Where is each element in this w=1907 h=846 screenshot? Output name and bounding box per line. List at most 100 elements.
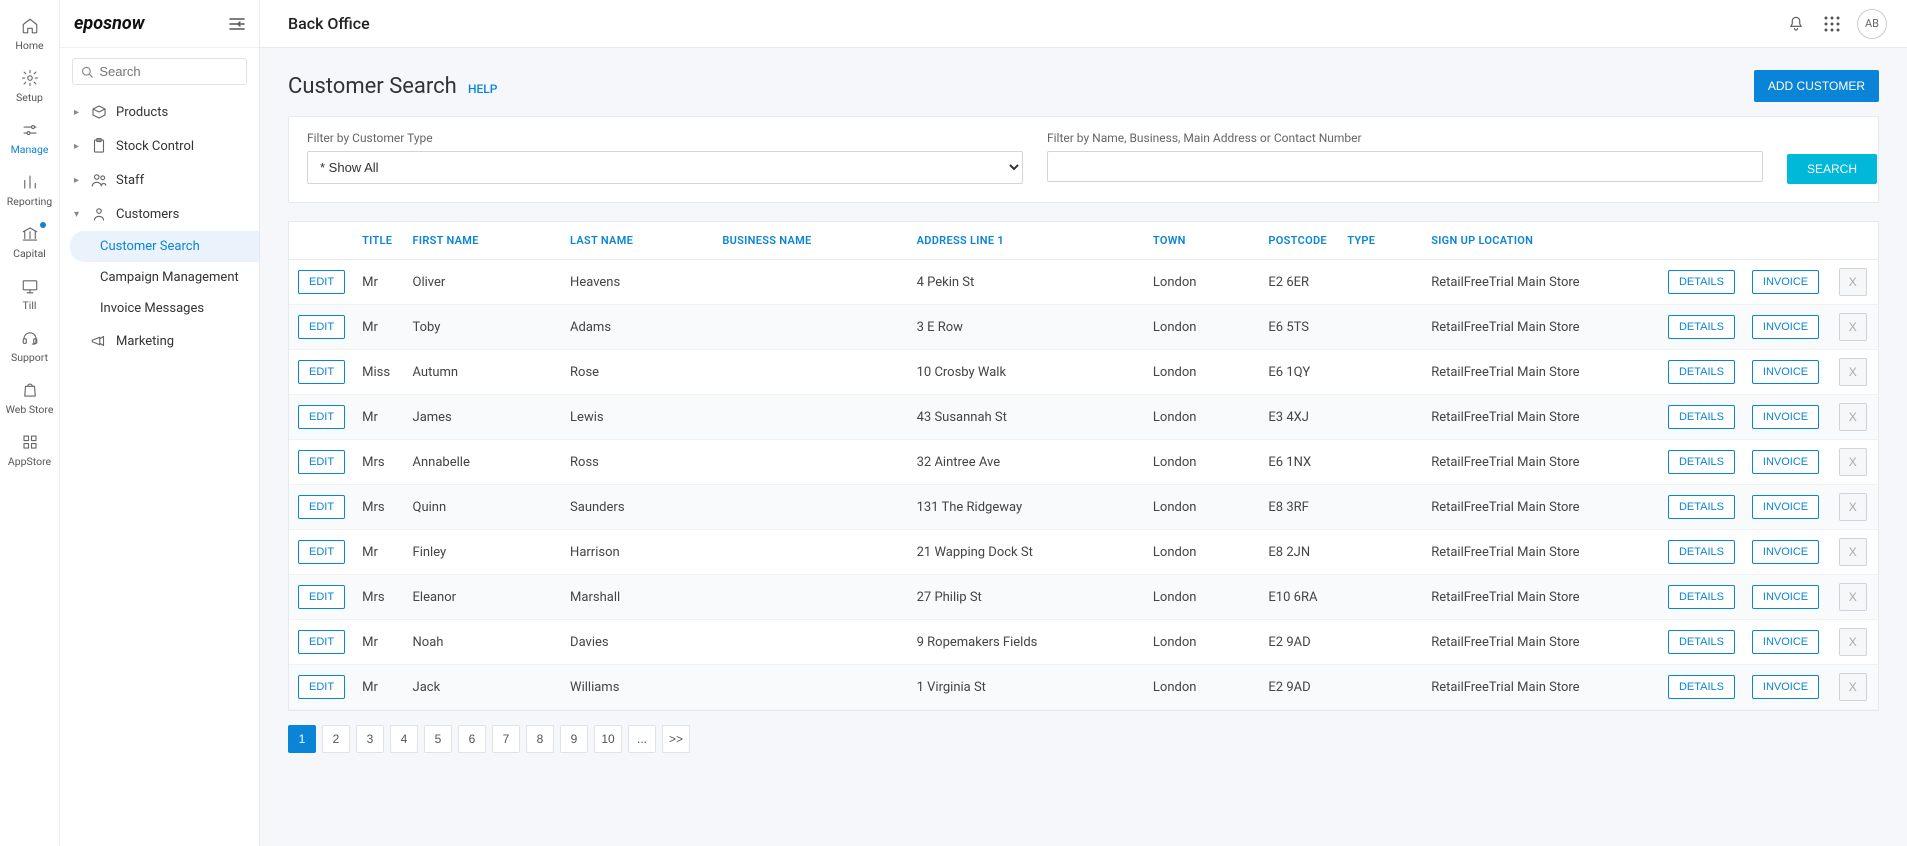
details-button[interactable]: DETAILS — [1668, 495, 1735, 519]
nav-subitem-invoice-messages[interactable]: Invoice Messages — [70, 293, 259, 324]
delete-button[interactable]: X — [1839, 493, 1867, 521]
nav-subitem-customer-search[interactable]: Customer Search — [70, 231, 259, 262]
edit-button[interactable]: EDIT — [298, 585, 345, 609]
nav-label: Products — [116, 105, 168, 120]
nav-item-products[interactable]: ▸Products — [60, 95, 259, 129]
page-button-3[interactable]: 3 — [356, 725, 384, 753]
notifications-button[interactable] — [1785, 13, 1807, 35]
nav-item-staff[interactable]: ▸Staff — [60, 163, 259, 197]
edit-button[interactable]: EDIT — [298, 675, 345, 699]
edit-button[interactable]: EDIT — [298, 495, 345, 519]
invoice-button[interactable]: INVOICE — [1752, 630, 1819, 654]
nav-item-customers[interactable]: ▾Customers — [60, 197, 259, 231]
nav-subitem-campaign-management[interactable]: Campaign Management — [70, 262, 259, 293]
edit-button[interactable]: EDIT — [298, 630, 345, 654]
page-button-2[interactable]: 2 — [322, 725, 350, 753]
search-button[interactable]: SEARCH — [1787, 154, 1877, 184]
rail-item-setup[interactable]: Setup — [0, 60, 59, 112]
th-business[interactable]: BUSINESS NAME — [714, 222, 908, 260]
page-button-8[interactable]: 8 — [526, 725, 554, 753]
th-loc[interactable]: SIGN UP LOCATION — [1423, 222, 1659, 260]
add-customer-button[interactable]: ADD CUSTOMER — [1754, 70, 1879, 102]
th-last[interactable]: LAST NAME — [562, 222, 714, 260]
details-button[interactable]: DETAILS — [1668, 675, 1735, 699]
th-post[interactable]: POSTCODE — [1260, 222, 1339, 260]
page-button-10[interactable]: 10 — [594, 725, 622, 753]
filter-type-select[interactable]: * Show All — [307, 151, 1023, 184]
details-button[interactable]: DETAILS — [1668, 405, 1735, 429]
cell-title: Mr — [354, 305, 404, 350]
page-button-4[interactable]: 4 — [390, 725, 418, 753]
user-avatar[interactable]: AB — [1857, 9, 1887, 39]
apps-button[interactable] — [1821, 13, 1843, 35]
details-button[interactable]: DETAILS — [1668, 270, 1735, 294]
rail-item-home[interactable]: Home — [0, 8, 59, 60]
page-button-1[interactable]: 1 — [288, 725, 316, 753]
th-title[interactable]: TITLE — [354, 222, 404, 260]
nav-item-marketing[interactable]: Marketing — [60, 324, 259, 358]
cell-town: London — [1145, 305, 1261, 350]
delete-button[interactable]: X — [1839, 673, 1867, 701]
th-type[interactable]: TYPE — [1339, 222, 1423, 260]
rail-item-support[interactable]: Support — [0, 320, 59, 372]
invoice-button[interactable]: INVOICE — [1752, 585, 1819, 609]
th-town[interactable]: TOWN — [1145, 222, 1261, 260]
page-button-6[interactable]: 6 — [458, 725, 486, 753]
chevron-icon: ▾ — [74, 209, 86, 220]
invoice-button[interactable]: INVOICE — [1752, 315, 1819, 339]
th-addr[interactable]: ADDRESS LINE 1 — [909, 222, 1145, 260]
edit-button[interactable]: EDIT — [298, 405, 345, 429]
collapse-sidebar-button[interactable] — [229, 17, 245, 31]
help-link[interactable]: HELP — [468, 82, 497, 96]
rail-item-till[interactable]: Till — [0, 268, 59, 320]
delete-button[interactable]: X — [1839, 358, 1867, 386]
invoice-button[interactable]: INVOICE — [1752, 450, 1819, 474]
rail-item-appstore[interactable]: AppStore — [0, 424, 59, 476]
cell-title: Mr — [354, 665, 404, 710]
delete-button[interactable]: X — [1839, 313, 1867, 341]
invoice-button[interactable]: INVOICE — [1752, 675, 1819, 699]
page-button-7[interactable]: 7 — [492, 725, 520, 753]
cell-addr: 32 Aintree Ave — [909, 440, 1145, 485]
sidebar-search[interactable] — [72, 58, 247, 85]
delete-button[interactable]: X — [1839, 403, 1867, 431]
rail-item-manage[interactable]: Manage — [0, 112, 59, 164]
rail-label: Manage — [11, 143, 49, 156]
invoice-button[interactable]: INVOICE — [1752, 405, 1819, 429]
edit-button[interactable]: EDIT — [298, 270, 345, 294]
cell-last: Rose — [562, 350, 714, 395]
invoice-button[interactable]: INVOICE — [1752, 495, 1819, 519]
details-button[interactable]: DETAILS — [1668, 630, 1735, 654]
details-button[interactable]: DETAILS — [1668, 360, 1735, 384]
cell-title: Mrs — [354, 440, 404, 485]
page-button->>[interactable]: >> — [662, 725, 690, 753]
rail-item-web-store[interactable]: Web Store — [0, 372, 59, 424]
th-first[interactable]: FIRST NAME — [405, 222, 563, 260]
details-button[interactable]: DETAILS — [1668, 585, 1735, 609]
invoice-button[interactable]: INVOICE — [1752, 270, 1819, 294]
edit-button[interactable]: EDIT — [298, 360, 345, 384]
edit-button[interactable]: EDIT — [298, 450, 345, 474]
rail-item-capital[interactable]: Capital — [0, 216, 59, 268]
cell-title: Mr — [354, 395, 404, 440]
nav-item-stock-control[interactable]: ▸Stock Control — [60, 129, 259, 163]
cell-addr: 4 Pekin St — [909, 260, 1145, 305]
details-button[interactable]: DETAILS — [1668, 450, 1735, 474]
page-button-...[interactable]: ... — [628, 725, 656, 753]
delete-button[interactable]: X — [1839, 448, 1867, 476]
delete-button[interactable]: X — [1839, 628, 1867, 656]
details-button[interactable]: DETAILS — [1668, 540, 1735, 564]
delete-button[interactable]: X — [1839, 538, 1867, 566]
page-button-5[interactable]: 5 — [424, 725, 452, 753]
filter-name-input[interactable] — [1047, 151, 1763, 182]
edit-button[interactable]: EDIT — [298, 540, 345, 564]
invoice-button[interactable]: INVOICE — [1752, 360, 1819, 384]
rail-item-reporting[interactable]: Reporting — [0, 164, 59, 216]
edit-button[interactable]: EDIT — [298, 315, 345, 339]
invoice-button[interactable]: INVOICE — [1752, 540, 1819, 564]
delete-button[interactable]: X — [1839, 583, 1867, 611]
delete-button[interactable]: X — [1839, 268, 1867, 296]
page-button-9[interactable]: 9 — [560, 725, 588, 753]
details-button[interactable]: DETAILS — [1668, 315, 1735, 339]
sidebar-search-input[interactable] — [99, 64, 238, 79]
